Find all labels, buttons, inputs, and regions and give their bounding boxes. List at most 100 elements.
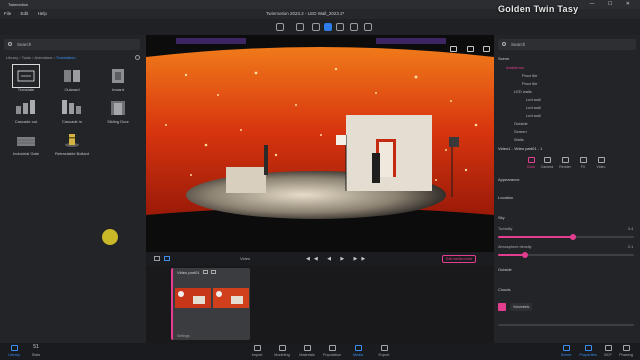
navigation-icon[interactable] xyxy=(312,23,320,31)
asset-translate[interactable]: Translate xyxy=(6,64,46,92)
tree-item[interactable]: Ambience xyxy=(506,65,524,70)
asset-cascade-out[interactable]: Cascade out xyxy=(6,99,46,124)
export-icon xyxy=(380,345,388,351)
3d-viewport[interactable] xyxy=(146,35,494,252)
scale-tool-icon[interactable] xyxy=(350,23,358,31)
tree-item[interactable]: Walls xyxy=(514,137,524,142)
cascade-in-thumbnail xyxy=(61,99,83,117)
library-icon xyxy=(10,345,18,351)
pen-icon[interactable] xyxy=(296,23,304,31)
camera-icon[interactable] xyxy=(450,46,458,52)
tab-render[interactable]: Render xyxy=(558,157,572,169)
section-outside[interactable]: Outside xyxy=(498,267,512,272)
asset-sliding-door[interactable]: Sliding Door xyxy=(98,99,138,124)
tree-item[interactable]: Outside xyxy=(514,121,528,126)
phasing-icon xyxy=(622,345,630,351)
edit-media-mode-button[interactable]: Edit media mode xyxy=(442,255,477,263)
asset-outward[interactable]: Outward xyxy=(52,67,92,92)
asset-retractable-bollard[interactable]: Retractable Bollard xyxy=(52,131,92,156)
scene-panel: Search Scene Ambience Floor tile Floor t… xyxy=(494,35,640,343)
bottom-materials[interactable]: Materials xyxy=(293,344,321,357)
grid-view-icon[interactable] xyxy=(164,256,170,261)
bottom-stats[interactable]: 51 Stats xyxy=(22,344,50,357)
clip-footer: Settings xyxy=(177,334,190,338)
playback-controls[interactable]: ◀◀ ◀ ▶ ▶▶ xyxy=(306,256,369,262)
tab-fx[interactable]: FX xyxy=(576,157,590,169)
breadcrumb-translation[interactable]: Translation xyxy=(56,55,76,60)
menu-file[interactable]: File xyxy=(4,11,11,16)
timeline: Video part01 Settings xyxy=(146,266,494,343)
asset-cascade-in[interactable]: Cascade in xyxy=(52,99,92,124)
atmosphere-knob[interactable] xyxy=(522,252,529,258)
turbidity-value: 0.4 xyxy=(628,227,634,231)
turbidity-fill xyxy=(498,236,573,238)
search-icon xyxy=(502,42,506,46)
industrial-gate-thumbnail xyxy=(15,131,37,149)
document-title: Twinmotion 2023.2 - LED Wall_2023.2* xyxy=(266,11,345,16)
tree-item[interactable]: Led wall xyxy=(526,105,541,110)
undo-icon[interactable] xyxy=(276,23,284,31)
bcf-icon xyxy=(604,345,612,351)
bottom-modeling[interactable]: Modeling xyxy=(268,344,296,357)
bottom-phasing[interactable]: Phasing xyxy=(612,344,640,357)
tree-item[interactable]: Screen xyxy=(514,129,527,134)
bottom-import[interactable]: Import xyxy=(243,344,271,357)
timeline-toolbar: Video ◀◀ ◀ ▶ ▶▶ Edit media mode xyxy=(146,252,494,266)
clouds-slider[interactable] xyxy=(498,324,634,326)
library-search-input[interactable]: Search xyxy=(4,39,140,50)
tab-camera[interactable]: Camera xyxy=(540,157,554,169)
cascade-out-thumbnail xyxy=(15,99,37,117)
clip-duplicate-icon[interactable] xyxy=(211,270,216,274)
properties-icon xyxy=(584,345,592,351)
volumetric-button[interactable]: Volumetric xyxy=(510,303,533,311)
section-appearance[interactable]: Appearance xyxy=(498,177,520,182)
breadcrumb-tools[interactable]: Tools xyxy=(22,55,31,60)
fps-counter: 51 xyxy=(33,344,39,350)
tree-item[interactable]: Led wall xyxy=(526,97,541,102)
dock-icon xyxy=(527,157,535,163)
breadcrumb-animators[interactable]: Animators xyxy=(34,55,52,60)
grid-snap-icon[interactable] xyxy=(364,23,372,31)
clip-settings-icon[interactable] xyxy=(203,270,208,274)
asset-inward[interactable]: Inward xyxy=(98,67,138,92)
scene-search-input[interactable]: Search xyxy=(498,39,636,50)
atmosphere-slider[interactable] xyxy=(498,252,634,258)
section-sky[interactable]: Sky xyxy=(498,215,505,220)
clip-thumbnails xyxy=(175,288,249,308)
bench xyxy=(226,167,266,193)
outward-thumbnail xyxy=(61,67,83,85)
section-clouds[interactable]: Clouds xyxy=(498,287,510,292)
fullscreen-icon[interactable] xyxy=(466,46,474,52)
import-icon xyxy=(253,345,261,351)
tab-video[interactable]: Video xyxy=(594,157,608,169)
favorite-icon[interactable] xyxy=(135,55,140,60)
tree-item[interactable]: Led wall xyxy=(526,113,541,118)
list-view-icon[interactable] xyxy=(154,256,160,261)
menu-edit[interactable]: Edit xyxy=(21,11,29,16)
menu-help[interactable]: Help xyxy=(38,11,47,16)
video-clip[interactable]: Video part01 Settings xyxy=(171,268,250,340)
section-location[interactable]: Location xyxy=(498,195,513,200)
clouds-swatch[interactable] xyxy=(498,303,506,311)
tree-item[interactable]: Floor tile xyxy=(522,81,537,86)
move-tool-icon[interactable] xyxy=(324,23,332,31)
tree-item[interactable]: LED walls xyxy=(514,89,532,94)
translate-thumbnail xyxy=(12,64,40,88)
retractable-bollard-thumbnail xyxy=(61,131,83,149)
search-icon xyxy=(8,42,12,46)
eye-icon[interactable] xyxy=(483,46,490,52)
turbidity-knob[interactable] xyxy=(569,234,576,240)
asset-industrial-gate[interactable]: Industrial Gate xyxy=(6,131,46,156)
tree-item[interactable]: Floor tile xyxy=(522,73,537,78)
sliding-door-thumbnail xyxy=(107,99,129,117)
bottom-export[interactable]: Export xyxy=(370,344,398,357)
breadcrumb-library[interactable]: Library xyxy=(6,55,18,60)
video-icon xyxy=(597,157,605,163)
bottom-media[interactable]: Media xyxy=(344,344,372,357)
bottom-population[interactable]: Population xyxy=(318,344,346,357)
scene-icon xyxy=(562,345,570,351)
media-icon xyxy=(354,345,362,351)
turbidity-slider[interactable] xyxy=(498,234,634,240)
tab-dock[interactable]: Dock xyxy=(524,157,538,169)
rotate-tool-icon[interactable] xyxy=(336,23,344,31)
